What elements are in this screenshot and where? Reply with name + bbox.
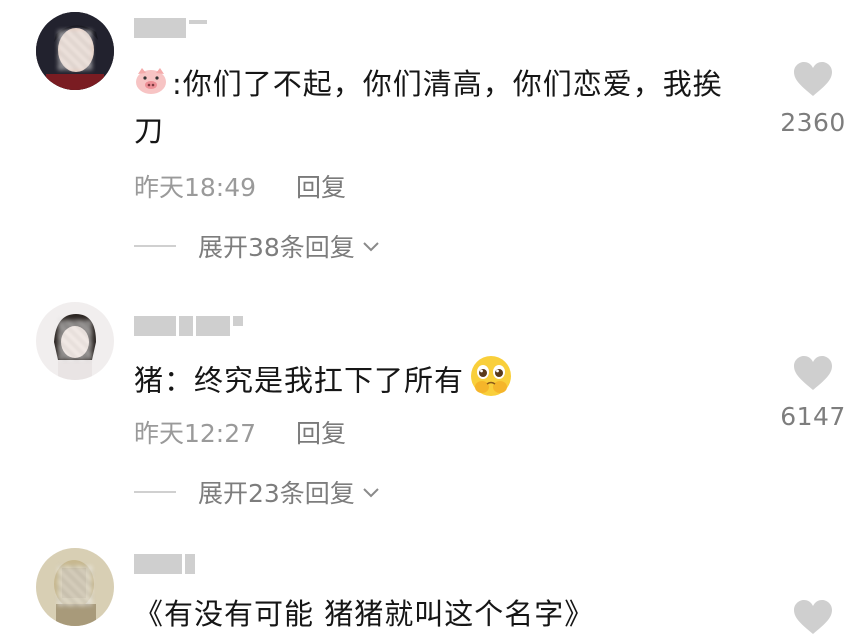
avatar[interactable]	[36, 548, 114, 626]
avatar[interactable]	[36, 302, 114, 380]
expand-replies-label: 展开23条回复	[198, 479, 355, 508]
like-button[interactable]: 2360	[780, 62, 846, 137]
comment-text-content: :你们了不起，你们清高，你们恋爱，我挨 刀	[134, 67, 723, 148]
reply-button[interactable]: 回复	[296, 414, 346, 450]
reply-button[interactable]: 回复	[296, 168, 346, 204]
divider-line	[134, 245, 176, 247]
chevron-down-icon	[363, 242, 379, 252]
like-button[interactable]: 6147	[780, 356, 846, 431]
heart-icon	[794, 62, 832, 96]
comment-text: 《有没有可能 猪猪就叫这个名字》	[134, 592, 774, 637]
like-count: 6147	[780, 402, 846, 431]
divider-line	[134, 491, 176, 493]
comment-meta: 昨天18:49 回复	[134, 168, 346, 204]
like-button[interactable]	[780, 600, 846, 636]
username-obscured[interactable]	[134, 18, 207, 40]
comment-time: 昨天12:27	[134, 419, 257, 448]
expand-replies-button[interactable]: 展开23条回复	[134, 474, 381, 510]
avatar[interactable]	[36, 12, 114, 90]
username-obscured[interactable]	[134, 554, 195, 576]
comment-text: :你们了不起，你们清高，你们恋爱，我挨 刀	[134, 62, 774, 154]
like-count: 2360	[780, 108, 846, 137]
pig-face-emoji-icon	[134, 64, 168, 109]
comment-meta: 昨天12:27 回复	[134, 414, 346, 450]
comment-text-content: 《有没有可能 猪猪就叫这个名字》	[134, 597, 595, 631]
pleading-face-emoji-icon	[468, 354, 514, 411]
heart-icon	[794, 356, 832, 390]
comment-text-content: 猪：终究是我扛下了所有	[134, 363, 465, 398]
heart-icon	[794, 600, 832, 634]
comment-time: 昨天18:49	[134, 173, 257, 202]
expand-replies-label: 展开38条回复	[198, 233, 355, 262]
chevron-down-icon	[363, 488, 379, 498]
expand-replies-button[interactable]: 展开38条回复	[134, 228, 381, 264]
username-obscured[interactable]	[134, 316, 243, 338]
comment-text: 猪：终究是我扛下了所有	[134, 354, 774, 411]
